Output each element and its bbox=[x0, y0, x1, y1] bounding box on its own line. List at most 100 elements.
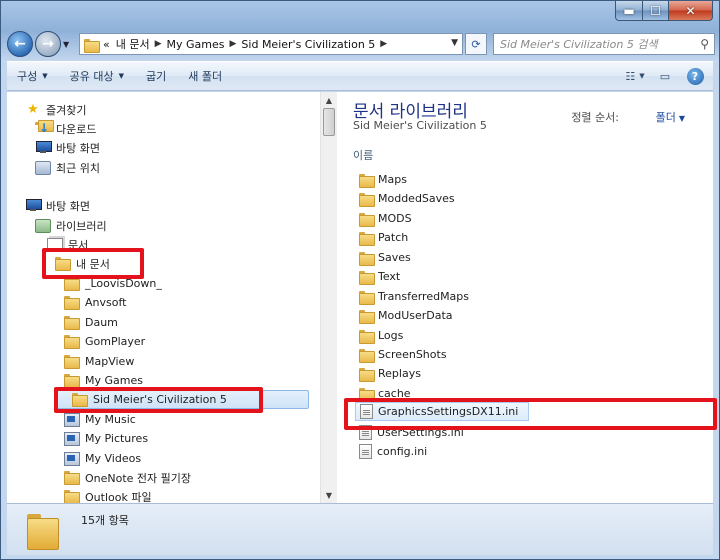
breadcrumb-my-games[interactable]: My Games bbox=[164, 38, 228, 51]
preview-pane-button[interactable]: ▭ bbox=[655, 67, 675, 85]
videos-folder-icon bbox=[64, 451, 80, 466]
desktop-icon bbox=[35, 140, 52, 155]
nav-folder-gomplayer[interactable]: GomPlayer bbox=[64, 332, 145, 351]
nav-desktop[interactable]: 바탕 화면 bbox=[25, 196, 90, 215]
file-item[interactable]: UserSettings.ini bbox=[359, 423, 464, 442]
folder-item[interactable]: ModdedSaves bbox=[359, 189, 455, 208]
folder-item[interactable]: Logs bbox=[359, 326, 403, 345]
libraries-icon bbox=[35, 218, 51, 233]
help-button[interactable]: ? bbox=[685, 67, 705, 85]
nav-my-documents[interactable]: 내 문서 bbox=[55, 254, 110, 273]
item-label: ScreenShots bbox=[378, 348, 447, 361]
item-label: Text bbox=[378, 270, 401, 283]
folder-item[interactable]: TransferredMaps bbox=[359, 287, 469, 306]
organize-button[interactable]: 구성 ▼ bbox=[17, 68, 48, 84]
folder-icon bbox=[64, 295, 80, 310]
nav-desktop-favorite[interactable]: 바탕 화면 bbox=[35, 138, 100, 157]
music-folder-icon bbox=[64, 412, 80, 427]
view-controls: ☷ ▼ ▭ ? bbox=[615, 67, 705, 85]
explorer-window: ▬ ☐ ✕ ← → ▼ « 내 문서 ▶ My Games ▶ Sid Meie… bbox=[0, 0, 720, 560]
nav-outlook[interactable]: Outlook 파일 bbox=[64, 487, 152, 503]
scroll-up-icon[interactable]: ▲ bbox=[321, 92, 337, 108]
minimize-button[interactable]: ▬ bbox=[615, 1, 643, 21]
address-dropdown-icon[interactable]: ▼ bbox=[451, 38, 458, 48]
refresh-button[interactable]: ⟳ bbox=[465, 33, 487, 55]
nav-documents[interactable]: 문서 bbox=[47, 235, 88, 254]
nav-folder-civilization-5[interactable]: Sid Meier's Civilization 5 bbox=[57, 390, 309, 409]
breadcrumb-civilization[interactable]: Sid Meier's Civilization 5 bbox=[238, 38, 378, 51]
scrollbar-thumb[interactable] bbox=[323, 108, 335, 136]
file-item-graphics-settings[interactable]: GraphicsSettingsDX11.ini bbox=[355, 402, 530, 421]
chevron-down-icon: ▼ bbox=[118, 72, 125, 80]
search-icon[interactable]: ⚲ bbox=[700, 37, 709, 51]
chevron-right-icon[interactable]: ▶ bbox=[378, 39, 389, 49]
nav-label: 라이브러리 bbox=[56, 219, 107, 233]
scroll-down-icon[interactable]: ▼ bbox=[321, 487, 337, 503]
folder-icon bbox=[84, 38, 100, 53]
navigation-pane: ★ 즐겨찾기 다운로드 바탕 화면 최근 위치 바탕 화면 라이브러리 문서 내 … bbox=[7, 92, 320, 503]
folder-icon bbox=[64, 315, 80, 330]
folder-item[interactable]: ModUserData bbox=[359, 306, 453, 325]
nav-folder-anvsoft[interactable]: Anvsoft bbox=[64, 293, 126, 312]
arrow-right-icon: → bbox=[42, 36, 54, 52]
folder-item[interactable]: cache bbox=[359, 384, 411, 403]
folder-item[interactable]: Saves bbox=[359, 248, 411, 267]
folder-item[interactable]: Patch bbox=[359, 228, 408, 247]
breadcrumb-my-documents[interactable]: 내 문서 bbox=[113, 36, 153, 52]
item-label: GraphicsSettingsDX11.ini bbox=[378, 405, 519, 418]
nav-folder-mapview[interactable]: MapView bbox=[64, 352, 134, 371]
folder-icon bbox=[359, 231, 375, 246]
recent-pages-dropdown[interactable]: ▼ bbox=[63, 40, 73, 49]
desktop-icon bbox=[25, 198, 42, 213]
nav-label: 즐겨찾기 bbox=[46, 103, 87, 117]
search-input[interactable] bbox=[500, 37, 690, 51]
nav-downloads[interactable]: 다운로드 bbox=[35, 119, 96, 138]
command-bar: 구성 ▼ 공유 대상 ▼ 굽기 새 폴더 ☷ ▼ ▭ ? bbox=[7, 61, 713, 91]
folder-item[interactable]: Maps bbox=[359, 170, 407, 189]
breadcrumb-overflow[interactable]: « bbox=[100, 38, 113, 51]
folder-icon bbox=[64, 276, 80, 291]
sort-dropdown[interactable]: 폴더 ▼ bbox=[656, 109, 685, 125]
folder-icon bbox=[359, 309, 375, 324]
nav-my-music[interactable]: My Music bbox=[64, 410, 136, 429]
nav-folder-loovisdown[interactable]: _LoovisDown_ bbox=[64, 274, 162, 293]
address-bar[interactable]: « 내 문서 ▶ My Games ▶ Sid Meier's Civiliza… bbox=[79, 33, 463, 55]
caption-buttons: ▬ ☐ ✕ bbox=[615, 1, 713, 21]
close-icon: ✕ bbox=[685, 3, 696, 18]
folder-item[interactable]: Replays bbox=[359, 364, 421, 383]
column-header-name[interactable]: 이름 bbox=[353, 147, 373, 163]
forward-button[interactable]: → bbox=[35, 31, 61, 57]
nav-onenote[interactable]: OneNote 전자 필기장 bbox=[64, 468, 191, 487]
folder-icon bbox=[64, 470, 80, 485]
file-item[interactable]: config.ini bbox=[359, 442, 427, 461]
chevron-right-icon[interactable]: ▶ bbox=[153, 39, 164, 49]
new-folder-button[interactable]: 새 폴더 bbox=[188, 68, 222, 84]
nav-favorites[interactable]: ★ 즐겨찾기 bbox=[25, 100, 86, 119]
nav-label: My Videos bbox=[85, 452, 142, 465]
folder-icon bbox=[72, 392, 88, 407]
item-label: ModdedSaves bbox=[378, 192, 455, 205]
folder-icon bbox=[64, 334, 80, 349]
sort-label: 정렬 순서: bbox=[571, 111, 619, 124]
chevron-right-icon[interactable]: ▶ bbox=[228, 39, 239, 49]
nav-folder-my-games[interactable]: My Games bbox=[64, 371, 143, 390]
close-button[interactable]: ✕ bbox=[669, 1, 713, 21]
navigation-scrollbar[interactable]: ▲ ▼ bbox=[320, 92, 337, 503]
view-options-button[interactable]: ☷ ▼ bbox=[625, 67, 645, 85]
nav-libraries[interactable]: 라이브러리 bbox=[35, 216, 107, 235]
folder-item[interactable]: Text bbox=[359, 267, 400, 286]
search-box[interactable]: ⚲ bbox=[493, 33, 715, 55]
nav-label: Outlook 파일 bbox=[85, 490, 152, 504]
burn-button[interactable]: 굽기 bbox=[146, 68, 166, 84]
folder-icon bbox=[64, 354, 80, 369]
item-label: UserSettings.ini bbox=[377, 426, 464, 439]
folder-item[interactable]: MODS bbox=[359, 209, 412, 228]
share-with-button[interactable]: 공유 대상 ▼ bbox=[70, 68, 124, 84]
folder-item[interactable]: ScreenShots bbox=[359, 345, 447, 364]
nav-recent-places[interactable]: 최근 위치 bbox=[35, 158, 100, 177]
back-button[interactable]: ← bbox=[7, 31, 33, 57]
nav-folder-daum[interactable]: Daum bbox=[64, 313, 118, 332]
nav-my-pictures[interactable]: My Pictures bbox=[64, 429, 148, 448]
maximize-button[interactable]: ☐ bbox=[643, 1, 669, 21]
nav-my-videos[interactable]: My Videos bbox=[64, 449, 141, 468]
